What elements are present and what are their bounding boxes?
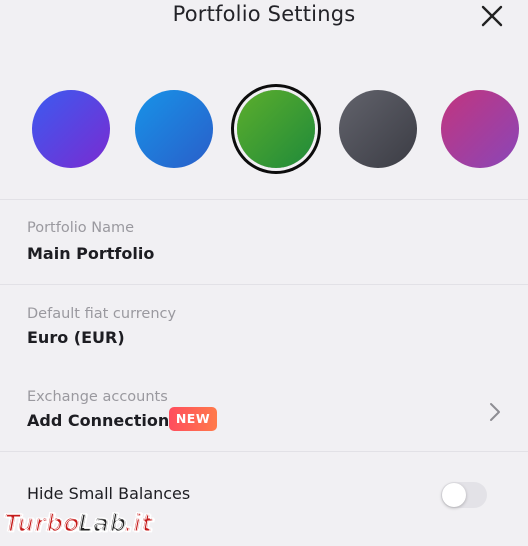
- color-swatch-blue[interactable]: [135, 90, 213, 168]
- color-swatch-green[interactable]: [237, 90, 315, 168]
- portfolio-name-value[interactable]: Main Portfolio: [27, 244, 154, 263]
- new-badge: NEW: [169, 407, 217, 431]
- exchange-accounts-label: Exchange accounts: [27, 389, 168, 405]
- svg-text:Lab: Lab: [78, 509, 127, 537]
- page-title: Portfolio Settings: [172, 2, 356, 26]
- portfolio-name-row[interactable]: Portfolio Name Main Portfolio: [0, 200, 528, 284]
- close-icon[interactable]: [478, 4, 506, 28]
- color-swatch-magenta[interactable]: [441, 90, 519, 168]
- fiat-currency-value[interactable]: Euro (EUR): [27, 328, 125, 347]
- hide-small-balances-toggle[interactable]: [441, 482, 487, 508]
- hide-small-balances-label: Hide Small Balances: [27, 484, 191, 503]
- toggle-knob: [442, 483, 466, 507]
- svg-text:.it: .it: [124, 509, 154, 537]
- exchange-accounts-row[interactable]: Exchange accounts Add Connection: [0, 370, 528, 450]
- fiat-currency-row[interactable]: Default fiat currency Euro (EUR): [0, 285, 528, 367]
- header: Portfolio Settings: [0, 0, 528, 36]
- svg-text:Turbo: Turbo: [4, 509, 80, 537]
- portfolio-name-label: Portfolio Name: [27, 220, 135, 236]
- color-swatch-gray[interactable]: [339, 90, 417, 168]
- color-swatches: [0, 80, 528, 180]
- fiat-currency-label: Default fiat currency: [27, 306, 177, 322]
- color-swatch-purple-blue[interactable]: [32, 90, 110, 168]
- add-connection-button[interactable]: Add Connection: [27, 411, 169, 430]
- watermark-logo: Turbo Lab .it: [0, 506, 180, 546]
- chevron-right-icon[interactable]: [488, 401, 502, 423]
